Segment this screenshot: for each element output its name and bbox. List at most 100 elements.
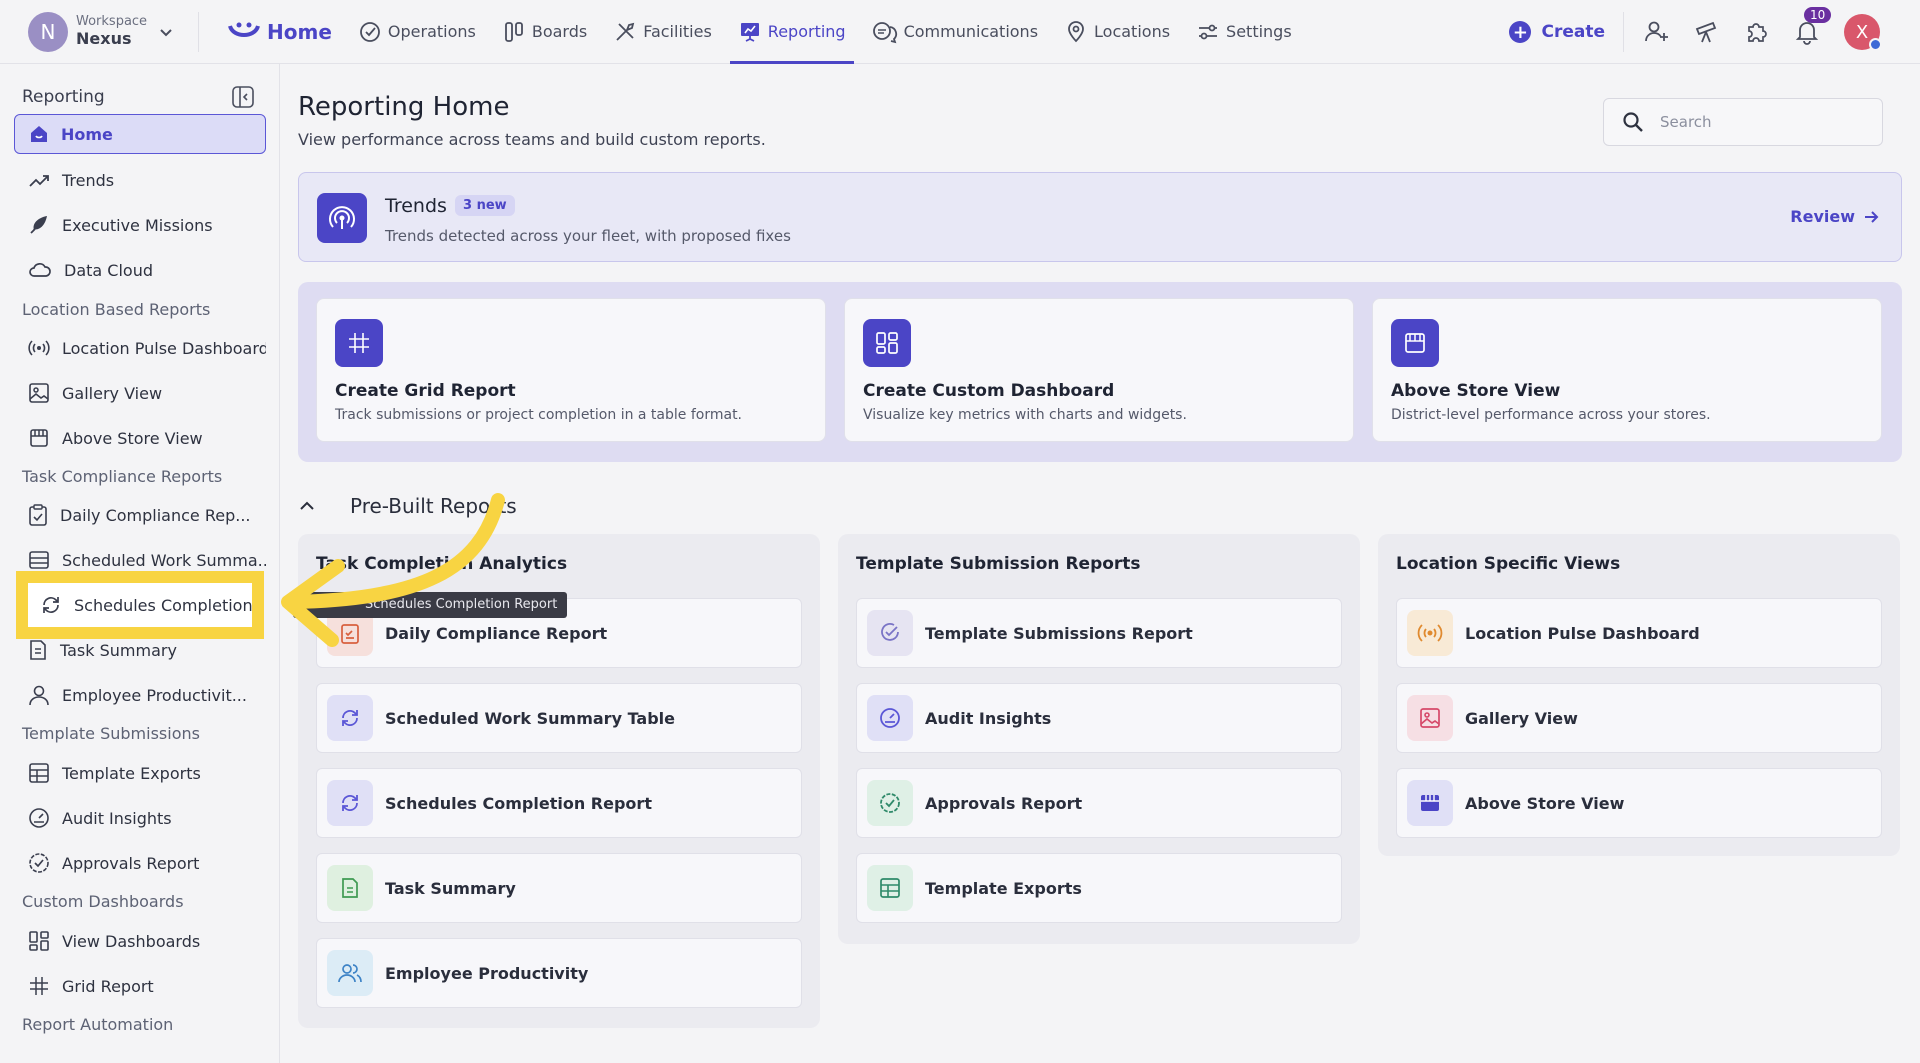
workspace-label: Workspace <box>76 13 148 29</box>
create-button[interactable]: + Create <box>1509 21 1605 43</box>
above-store-view-card[interactable]: Above Store View District-level performa… <box>1372 298 1882 442</box>
sidebar-section-template: Template Submissions <box>22 724 200 743</box>
add-user-button[interactable] <box>1644 19 1670 45</box>
report-row-employee-productivity[interactable]: Employee Productivity <box>316 938 802 1008</box>
trends-description: Trends detected across your fleet, with … <box>385 227 791 245</box>
report-row-above-store[interactable]: Above Store View <box>1396 768 1882 838</box>
row-label: Approvals Report <box>925 793 1083 813</box>
workspace-name: Nexus <box>76 28 132 48</box>
create-custom-dashboard-card[interactable]: Create Custom Dashboard Visualize key me… <box>844 298 1354 442</box>
sidebar-item-daily-compliance[interactable]: Daily Compliance Rep... <box>14 495 266 535</box>
row-label: Gallery View <box>1465 708 1578 728</box>
report-row-scheduled-work[interactable]: Scheduled Work Summary Table <box>316 683 802 753</box>
cc-description: District-level performance across your s… <box>1391 407 1711 423</box>
broadcast-icon <box>28 340 50 356</box>
cc-icon-tile <box>863 319 911 367</box>
row-icon-tile <box>867 610 913 656</box>
row-icon-tile <box>867 695 913 741</box>
row-label: Above Store View <box>1465 793 1625 813</box>
nav-operations[interactable]: Operations <box>350 0 484 64</box>
row-label: Scheduled Work Summary Table <box>385 708 676 728</box>
annotation-arrow <box>281 493 505 647</box>
sidebar-item-data-cloud[interactable]: Data Cloud <box>14 250 266 290</box>
sidebar-item-grid-report[interactable]: Grid Report <box>14 966 266 1006</box>
sidebar-item-scheduled-work[interactable]: Scheduled Work Summa... <box>14 540 266 580</box>
report-row-approvals[interactable]: Approvals Report <box>856 768 1342 838</box>
sidebar-item-approvals-report[interactable]: Approvals Report <box>14 843 266 883</box>
sidebar-item-template-exports[interactable]: Template Exports <box>14 753 266 793</box>
create-cards-panel: Create Grid Report Track submissions or … <box>298 282 1902 462</box>
sidebar-item-label: Approvals Report <box>62 853 200 873</box>
grid-table-icon <box>29 763 49 783</box>
nav-communications[interactable]: Communications <box>864 0 1046 64</box>
workspace-switcher[interactable]: N Workspace Nexus <box>28 11 188 52</box>
sidebar-item-employee-productivity[interactable]: Employee Productivit... <box>14 675 266 715</box>
user-icon <box>29 685 49 706</box>
sidebar-item-label: Grid Report <box>62 976 154 996</box>
collapse-sidebar-icon[interactable] <box>231 85 255 109</box>
sidebar-section-location: Location Based Reports <box>22 300 211 319</box>
report-row-schedules-completion[interactable]: Schedules Completion Report <box>316 768 802 838</box>
sidebar-item-audit-insights[interactable]: Audit Insights <box>14 798 266 838</box>
page-subtitle: View performance across teams and build … <box>298 130 766 149</box>
location-specific-column: Location Specific Views Location Pulse D… <box>1378 534 1900 856</box>
row-label: Template Exports <box>925 878 1082 898</box>
store-icon <box>1421 795 1439 811</box>
report-row-gallery-view[interactable]: Gallery View <box>1396 683 1882 753</box>
sidebar-item-view-dashboards[interactable]: View Dashboards <box>14 921 266 961</box>
sidebar-item-gallery-view[interactable]: Gallery View <box>14 373 266 413</box>
row-label: Audit Insights <box>925 708 1052 728</box>
trends-banner[interactable]: Trends 3 new Trends detected across your… <box>298 172 1902 262</box>
nav-reporting[interactable]: Reporting <box>729 0 854 64</box>
sidebar-section-custom: Custom Dashboards <box>22 892 184 911</box>
sliders-icon <box>1199 24 1218 39</box>
nav-boards[interactable]: Boards <box>494 0 595 64</box>
report-row-location-pulse[interactable]: Location Pulse Dashboard <box>1396 598 1882 668</box>
row-icon-tile <box>327 865 373 911</box>
report-row-template-exports[interactable]: Template Exports <box>856 853 1342 923</box>
sidebar-item-location-pulse[interactable]: Location Pulse Dashboard <box>14 328 266 368</box>
sidebar-item-label: Daily Compliance Rep... <box>60 505 251 525</box>
sidebar-title: Reporting <box>22 87 105 107</box>
column-title: Template Submission Reports <box>856 554 1141 574</box>
report-row-audit-insights[interactable]: Audit Insights <box>856 683 1342 753</box>
nav-operations-label: Operations <box>387 22 476 41</box>
telescope-button[interactable] <box>1694 19 1720 45</box>
check-circle-icon <box>881 623 899 641</box>
search-input[interactable] <box>1660 113 1860 131</box>
row-label: Template Submissions Report <box>925 623 1193 643</box>
cc-title: Create Custom Dashboard <box>863 381 1115 401</box>
hashtag-icon <box>349 333 369 353</box>
report-row-task-summary[interactable]: Task Summary <box>316 853 802 923</box>
nav-settings[interactable]: Settings <box>1188 0 1300 64</box>
sidebar-item-home[interactable]: Home <box>14 114 266 154</box>
review-label: Review <box>1790 207 1855 226</box>
sidebar-item-above-store[interactable]: Above Store View <box>14 418 266 458</box>
map-pin-icon <box>1068 20 1084 42</box>
sidebar-item-task-summary[interactable]: Task Summary <box>14 630 266 670</box>
nav-facilities[interactable]: Facilities <box>605 0 720 64</box>
sidebar-item-schedules-completion[interactable]: Schedules Completion... <box>16 571 264 639</box>
sidebar-item-trends[interactable]: Trends <box>14 160 266 200</box>
nav-home[interactable]: Home <box>219 0 340 64</box>
puzzle-icon <box>1748 23 1767 42</box>
main-nav: Home Operations Boards Facilities Report… <box>219 0 1310 64</box>
sidebar-item-executive-missions[interactable]: Executive Missions <box>14 205 266 245</box>
refresh-icon <box>342 795 358 811</box>
user-avatar[interactable]: X <box>1844 14 1882 51</box>
integrations-button[interactable] <box>1744 19 1770 45</box>
grid-table-icon <box>880 878 900 898</box>
logo-icon <box>228 22 260 37</box>
sidebar-item-label: Gallery View <box>62 383 163 403</box>
cc-title: Create Grid Report <box>335 381 516 401</box>
create-grid-report-card[interactable]: Create Grid Report Track submissions or … <box>316 298 826 442</box>
report-row-template-submissions[interactable]: Template Submissions Report <box>856 598 1342 668</box>
notifications-button[interactable]: 10 <box>1794 7 1832 45</box>
sidebar-item-label: Task Summary <box>60 640 177 660</box>
nav-locations[interactable]: Locations <box>1056 0 1178 64</box>
badge-check-icon <box>29 853 49 873</box>
clipboard-check-icon <box>29 504 47 526</box>
review-link[interactable]: Review <box>1790 207 1879 226</box>
cc-description: Visualize key metrics with charts and wi… <box>863 407 1187 423</box>
broadcast-icon <box>1417 624 1443 642</box>
